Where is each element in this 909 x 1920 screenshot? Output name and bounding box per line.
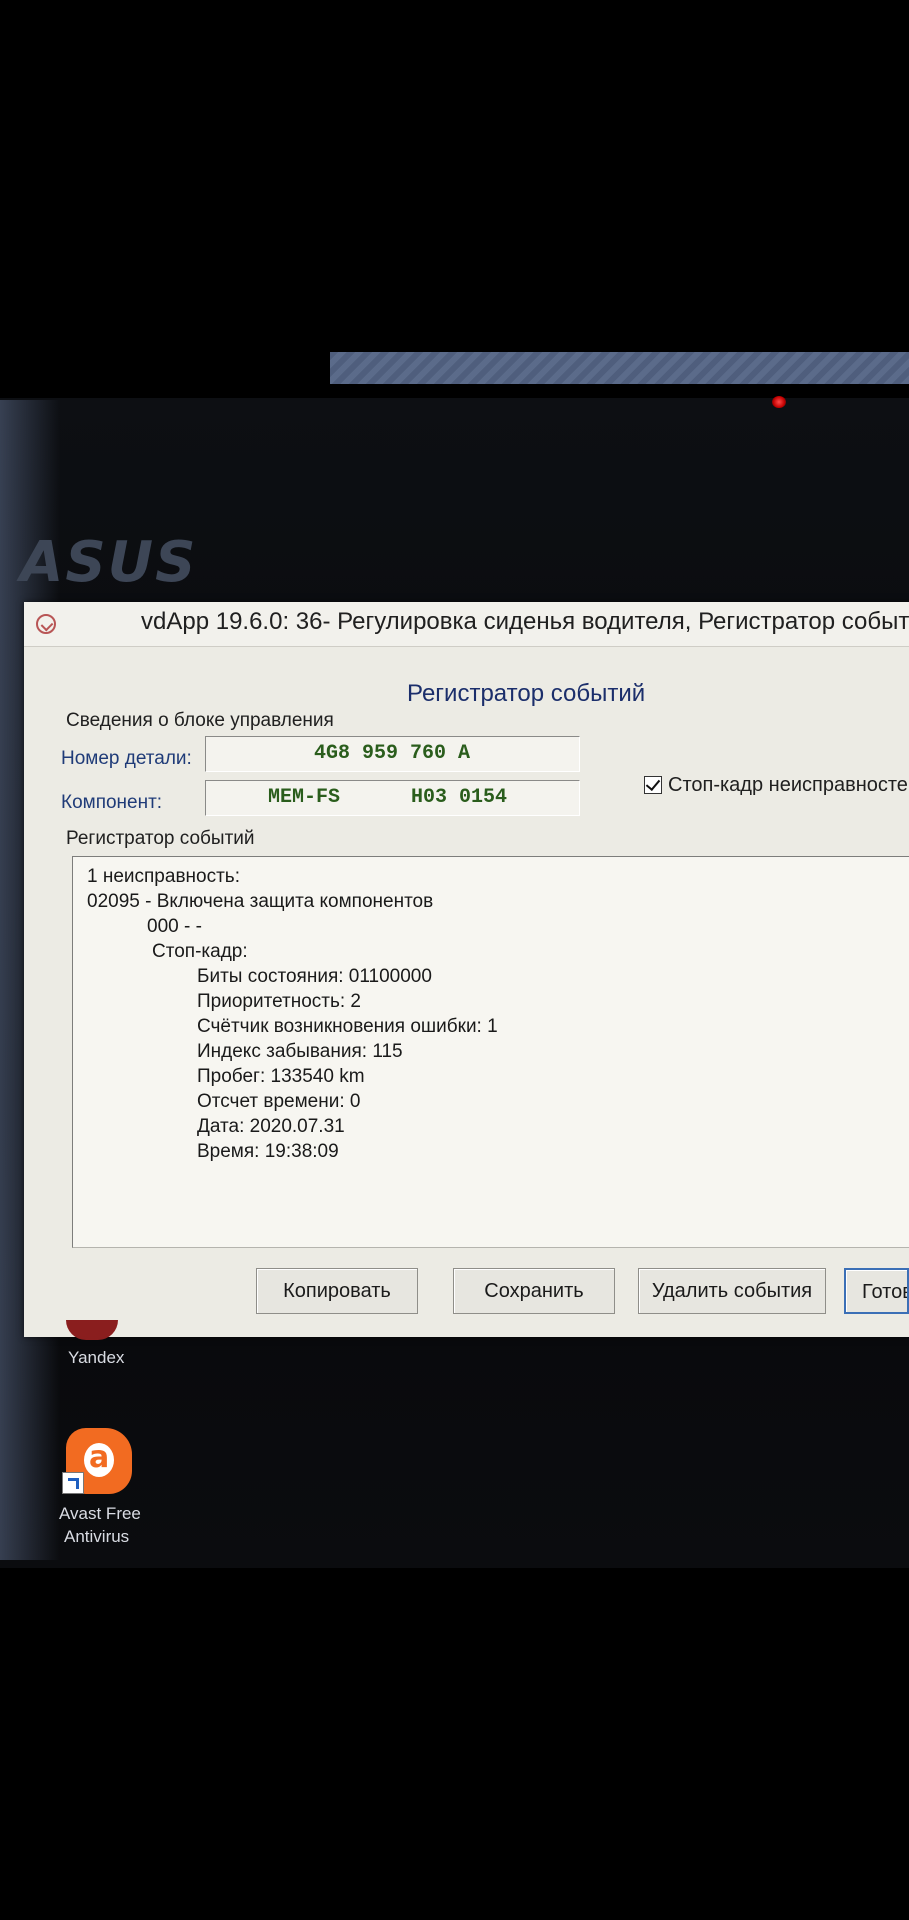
delete-events-button[interactable]: Удалить события: [638, 1268, 826, 1314]
window-titlebar[interactable]: vdApp 19.6.0: 36- Регулировка сиденья во…: [24, 602, 909, 647]
event-log-textbox[interactable]: 1 неисправность: 02095 - Включена защита…: [72, 856, 909, 1248]
log-line: Приоритетность: 2: [197, 991, 361, 1012]
log-line: 02095 - Включена защита компонентов: [87, 891, 434, 912]
dialog-heading: Регистратор событий: [407, 680, 646, 707]
log-line: Пробег: 133540 km: [197, 1066, 365, 1087]
log-line: Время: 19:38:09: [197, 1141, 339, 1162]
app-icon: [36, 614, 56, 634]
component-name-value: MEM-FS: [268, 786, 341, 809]
photo-stage: ASUS vdApp 19.6.0: 36- Регулировка сиден…: [0, 0, 909, 1920]
part-number-value: 4G8 959 760 A: [314, 742, 471, 765]
control-unit-group-label: Сведения о блоке управления: [66, 710, 334, 731]
screen-top-strip: [330, 352, 909, 384]
freeze-frame-checkbox[interactable]: [644, 775, 662, 794]
vdapp-event-log-window: vdApp 19.6.0: 36- Регулировка сиденья во…: [24, 602, 909, 1337]
laptop-brand-logo: ASUS: [20, 530, 198, 595]
component-field: [205, 780, 580, 816]
log-line: Счётчик возникновения ошибки: 1: [197, 1016, 498, 1037]
done-button[interactable]: Готов: [844, 1268, 909, 1314]
part-number-label: Номер детали:: [61, 748, 192, 769]
checkmark-icon: [645, 775, 661, 792]
component-version-value: H03 0154: [411, 786, 508, 809]
camera-led: [772, 396, 786, 408]
log-line: Отсчет времени: 0: [197, 1091, 361, 1112]
log-line: Индекс забывания: 115: [197, 1041, 403, 1062]
avast-icon-label-line2[interactable]: Antivirus: [64, 1527, 129, 1547]
shortcut-arrow-icon: [62, 1472, 84, 1494]
component-label: Компонент:: [61, 792, 163, 813]
yandex-icon-label[interactable]: Yandex: [68, 1348, 124, 1368]
log-line: Дата: 2020.07.31: [197, 1116, 345, 1137]
freeze-frame-checkbox-label[interactable]: Стоп-кадр неисправносте: [668, 774, 908, 797]
avast-icon-label-line1[interactable]: Avast Free: [59, 1504, 141, 1524]
save-button[interactable]: Сохранить: [453, 1268, 615, 1314]
log-line: 000 - -: [147, 916, 202, 937]
window-title: vdApp 19.6.0: 36- Регулировка сиденья во…: [141, 608, 909, 635]
event-log-label: Регистратор событий: [66, 828, 255, 849]
copy-button[interactable]: Копировать: [256, 1268, 418, 1314]
log-line: 1 неисправность:: [87, 866, 240, 887]
log-line: Биты состояния: 01100000: [197, 966, 432, 987]
log-line: Стоп-кадр:: [152, 941, 248, 962]
